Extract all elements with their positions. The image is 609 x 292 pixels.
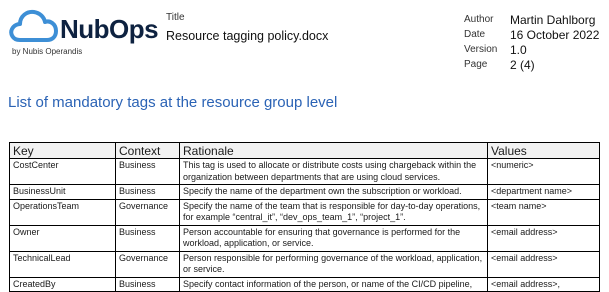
cell-rationale: Person responsible for performing govern…: [179, 250, 488, 278]
table-row: OperationsTeam Governance Specify the na…: [9, 198, 600, 226]
column-header-context: Context: [115, 142, 180, 159]
cell-context: Business: [115, 224, 180, 252]
table-header-row: Key Context Rationale Values: [9, 142, 600, 159]
cell-rationale: This tag is used to allocate or distribu…: [179, 158, 488, 185]
cell-context: Business: [115, 276, 180, 292]
meta-label: Author: [464, 14, 494, 25]
meta-row-author: Author Martin Dahlborg: [464, 12, 599, 27]
meta-value-version: 1.0: [510, 42, 527, 57]
cell-key: OperationsTeam: [9, 198, 116, 226]
cell-context: Governance: [115, 198, 180, 226]
company-logo: NubOps by Nubis Operandis: [8, 6, 159, 56]
cell-context: Governance: [115, 250, 180, 278]
mandatory-tags-table: Key Context Rationale Values CostCenter …: [9, 142, 600, 292]
meta-row-version: Version 1.0: [464, 42, 599, 57]
table-row: Owner Business Person accountable for en…: [9, 224, 600, 252]
meta-label: Date: [464, 29, 486, 40]
meta-value-page: 2 (4): [510, 57, 535, 72]
table-row: CostCenter Business This tag is used to …: [9, 158, 600, 185]
cell-rationale: Person accountable for ensuring that gov…: [179, 224, 488, 252]
cell-key: CreatedBy: [9, 276, 116, 292]
meta-label: Page: [464, 59, 488, 70]
meta-row-date: Date 16 October 2022: [464, 27, 599, 42]
logo-tagline: by Nubis Operandis: [12, 47, 83, 56]
cell-values: <department name>: [487, 184, 600, 200]
cell-values: <email address>: [487, 224, 600, 252]
cell-rationale: Specify contact information of the perso…: [179, 276, 488, 292]
document-title-block: Title Resource tagging policy.docx: [166, 12, 328, 43]
table-row: BusinessUnit Business Specify the name o…: [9, 184, 600, 200]
cell-values: <numeric>: [487, 158, 600, 185]
cell-key: Owner: [9, 224, 116, 252]
title-label: Title: [166, 12, 185, 23]
column-header-key: Key: [9, 142, 116, 159]
cell-context: Business: [115, 184, 180, 200]
table-row: CreatedBy Business Specify contact infor…: [9, 276, 600, 292]
cell-values: <email address>,: [487, 276, 600, 292]
cell-context: Business: [115, 158, 180, 185]
document-metadata: Author Martin Dahlborg Date 16 October 2…: [464, 12, 599, 72]
cell-values: <team name>: [487, 198, 600, 226]
column-header-values: Values: [487, 142, 600, 159]
cloud-logo-icon: [9, 9, 58, 42]
section-heading: List of mandatory tags at the resource g…: [8, 94, 338, 111]
meta-label: Version: [464, 44, 498, 55]
cell-rationale: Specify the name of the team that is res…: [179, 198, 488, 226]
meta-value-author: Martin Dahlborg: [510, 12, 596, 27]
cell-key: CostCenter: [9, 158, 116, 185]
meta-value-date: 16 October 2022: [510, 27, 600, 42]
cell-key: TechnicalLead: [9, 250, 116, 278]
cell-key: BusinessUnit: [9, 184, 116, 200]
cell-values: <email address>: [487, 250, 600, 278]
table-row: TechnicalLead Governance Person responsi…: [9, 250, 600, 278]
document-title: Resource tagging policy.docx: [166, 29, 329, 43]
cell-rationale: Specify the name of the department own t…: [179, 184, 488, 200]
meta-row-page: Page 2 (4): [464, 57, 599, 72]
column-header-rationale: Rationale: [179, 142, 488, 159]
logo-wordmark: NubOps: [60, 14, 159, 44]
